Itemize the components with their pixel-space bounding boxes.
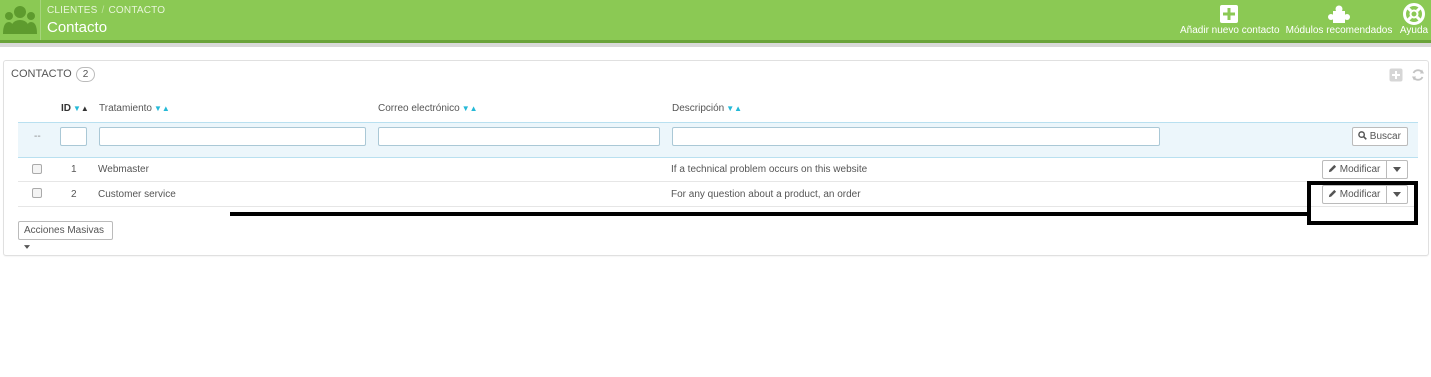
customers-group-icon — [3, 6, 37, 34]
help-button[interactable]: Ayuda — [1397, 3, 1431, 38]
breadcrumb: CLIENTES / CONTACTO — [47, 5, 165, 16]
filter-descripcion-input[interactable] — [672, 127, 1160, 146]
bulk-actions-label: Acciones Masivas — [24, 225, 105, 236]
column-header-email-label: Correo electrónico — [378, 103, 460, 114]
row-checkbox[interactable] — [32, 188, 42, 198]
row-id: 1 — [71, 164, 77, 175]
contact-list-panel: CONTACTO 2 ID ▼▲ Tratamiento ▼▲ Correo elec… — [3, 60, 1429, 256]
panel-heading: CONTACTO 2 — [11, 67, 96, 82]
filter-email-input[interactable] — [378, 127, 660, 146]
count-badge: 2 — [75, 67, 96, 82]
row-descripcion: If a technical problem occurs on this we… — [671, 164, 868, 175]
top-header-bar: CLIENTES / CONTACTO Contacto Añadir nuevo … — [0, 0, 1431, 40]
add-icon[interactable] — [1389, 68, 1403, 82]
sort-arrows-icon[interactable]: ▼▲ — [73, 104, 89, 113]
help-lifebuoy-icon — [1403, 3, 1425, 25]
annotation-line — [230, 212, 1310, 216]
annotation-highlight-box — [1307, 181, 1418, 225]
caret-down-icon — [24, 245, 30, 249]
row-id: 2 — [71, 189, 77, 200]
page-title: Contacto — [47, 19, 108, 36]
column-header-id-label: ID — [61, 103, 71, 114]
logo[interactable] — [0, 0, 41, 40]
caret-down-icon — [1393, 167, 1401, 172]
row-descripcion: For any question about a product, an ord… — [671, 189, 861, 200]
sort-arrows-icon[interactable]: ▼▲ — [726, 104, 742, 113]
edit-button-label: Modificar — [1339, 164, 1381, 175]
puzzle-icon — [1328, 5, 1350, 23]
row-checkbox[interactable] — [32, 164, 42, 174]
breadcrumb-separator: / — [101, 5, 105, 16]
breadcrumb-item-clientes[interactable]: CLIENTES — [47, 5, 98, 16]
column-header-email[interactable]: Correo electrónico ▼▲ — [378, 103, 478, 114]
row-actions-dropdown-toggle[interactable] — [1386, 160, 1408, 179]
search-button-label: Buscar — [1369, 131, 1401, 142]
recommended-modules-button[interactable]: Módulos recomendados — [1285, 4, 1393, 38]
sort-arrows-icon[interactable]: ▼▲ — [462, 104, 478, 113]
column-header-tratamiento-label: Tratamiento — [99, 103, 152, 114]
panel-title: CONTACTO — [11, 68, 72, 80]
help-label: Ayuda — [1399, 25, 1429, 36]
bulk-actions-button[interactable]: Acciones Masivas — [18, 221, 113, 249]
filter-tratamiento-input[interactable] — [99, 127, 366, 146]
column-header-descripcion[interactable]: Descripción ▼▲ — [672, 103, 742, 114]
search-button[interactable]: Buscar — [1352, 127, 1408, 146]
header-shadow-bar — [0, 43, 1431, 47]
add-new-contact-button[interactable]: Añadir nuevo contacto — [1180, 4, 1280, 38]
filter-placeholder-dashes: -- — [34, 131, 41, 142]
refresh-icon[interactable] — [1411, 68, 1425, 82]
edit-button[interactable]: Modificar — [1322, 160, 1387, 179]
plus-square-icon — [1220, 5, 1238, 23]
row-tratamiento: Webmaster — [98, 164, 149, 175]
pencil-icon — [1328, 164, 1337, 173]
row-tratamiento: Customer service — [98, 189, 176, 200]
sort-arrows-icon[interactable]: ▼▲ — [154, 104, 170, 113]
search-icon — [1358, 131, 1367, 140]
column-header-tratamiento[interactable]: Tratamiento ▼▲ — [99, 103, 170, 114]
column-header-descripcion-label: Descripción — [672, 103, 725, 114]
recommended-modules-label: Módulos recomendados — [1285, 25, 1393, 36]
column-header-id[interactable]: ID ▼▲ — [61, 103, 89, 114]
breadcrumb-item-contacto[interactable]: CONTACTO — [109, 5, 166, 16]
add-new-contact-label: Añadir nuevo contacto — [1180, 25, 1280, 36]
filter-id-input[interactable] — [60, 127, 87, 146]
